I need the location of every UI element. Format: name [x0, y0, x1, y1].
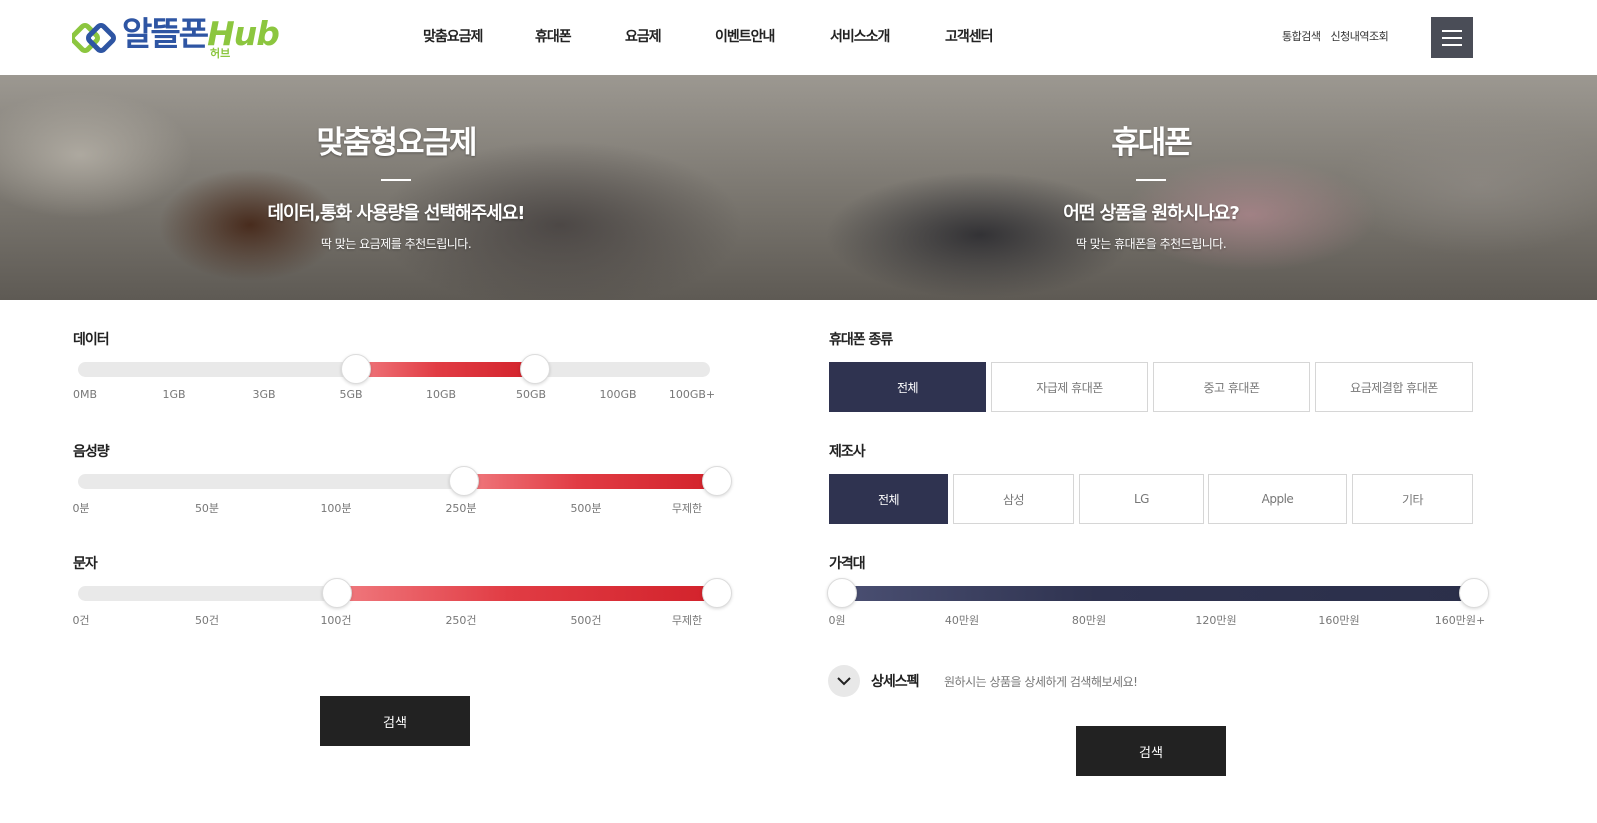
- voice-tick: 250분: [445, 502, 477, 515]
- data-tick: 50GB: [515, 388, 547, 401]
- phone-type-all[interactable]: 전체: [829, 362, 986, 412]
- voice-slider-max-handle[interactable]: [702, 466, 732, 496]
- sms-slider-range: [337, 586, 717, 601]
- data-tick: 5GB: [339, 388, 363, 401]
- hero-plan-subtitle: 데이터,통화 사용량을 선택해주세요!: [267, 203, 526, 224]
- phone-search-button[interactable]: 검색: [1076, 726, 1226, 776]
- sms-tick: 250건: [445, 614, 477, 627]
- hero-phone-desc: 딱 맞는 휴대폰을 추천드립니다.: [1075, 237, 1227, 251]
- utility-links: 통합검색 신청내역조회: [1282, 28, 1389, 44]
- voice-tick: 100분: [320, 502, 352, 515]
- data-label: 데이터: [73, 332, 110, 348]
- price-slider-min-handle[interactable]: [827, 578, 857, 608]
- maker-lg[interactable]: LG: [1079, 474, 1204, 524]
- sms-tick: 무제한: [671, 614, 703, 627]
- voice-slider-min-handle[interactable]: [449, 466, 479, 496]
- menu-bar: [1442, 29, 1462, 32]
- maker-label: 제조사: [829, 444, 866, 460]
- data-tick: 10GB: [425, 388, 457, 401]
- sms-label: 문자: [73, 556, 98, 572]
- data-slider-range: [356, 362, 536, 377]
- price-slider-max-handle[interactable]: [1459, 578, 1489, 608]
- chevron-down-icon: [837, 676, 851, 685]
- nav-item-services[interactable]: 서비스소개: [830, 26, 945, 46]
- phone-type-unlocked[interactable]: 자급제 휴대폰: [991, 362, 1148, 412]
- nav-item-custom-plan[interactable]: 맞춤요금제: [423, 26, 535, 46]
- price-tick: 40만원: [944, 614, 980, 627]
- sms-tick: 50건: [194, 614, 220, 627]
- hero-phone-title: 휴대폰: [1111, 125, 1193, 161]
- maker-samsung[interactable]: 삼성: [953, 474, 1074, 524]
- price-slider-range: [842, 586, 1474, 601]
- logo-mark-icon: [72, 23, 116, 53]
- sms-tick: 0건: [72, 614, 90, 627]
- detail-spec-toggle[interactable]: [828, 665, 860, 697]
- nav-item-events[interactable]: 이벤트안내: [715, 26, 830, 46]
- application-history-link[interactable]: 신청내역조회: [1330, 28, 1388, 44]
- voice-tick: 0분: [72, 502, 90, 515]
- data-tick: 1GB: [162, 388, 186, 401]
- phone-type-bundled[interactable]: 요금제결합 휴대폰: [1315, 362, 1473, 412]
- sms-slider-min-handle[interactable]: [322, 578, 352, 608]
- price-tick: 160만원+: [1434, 614, 1486, 627]
- detail-spec-desc: 원하시는 상품을 상세하게 검색해보세요!: [944, 675, 1138, 689]
- hamburger-menu-icon[interactable]: [1431, 17, 1473, 58]
- menu-bar: [1442, 43, 1462, 46]
- logo-subtext: 허브: [210, 47, 231, 60]
- logo-text: 알뜰폰: [122, 14, 209, 53]
- price-tick: 80만원: [1071, 614, 1107, 627]
- hero-banner: 맞춤형요금제 데이터,통화 사용량을 선택해주세요! 딱 맞는 요금제를 추천드…: [0, 75, 1597, 300]
- sms-tick: 100건: [320, 614, 352, 627]
- hero-plan-desc: 딱 맞는 요금제를 추천드립니다.: [320, 237, 472, 251]
- price-tick: 160만원: [1318, 614, 1360, 627]
- sms-slider-max-handle[interactable]: [702, 578, 732, 608]
- nav-item-support[interactable]: 고객센터: [945, 26, 994, 46]
- integrated-search-link[interactable]: 통합검색: [1282, 28, 1321, 44]
- price-tick: 120만원: [1195, 614, 1237, 627]
- data-tick: 0MB: [72, 388, 98, 401]
- data-tick: 3GB: [252, 388, 276, 401]
- plan-search-button[interactable]: 검색: [320, 696, 470, 746]
- voice-slider-range: [464, 474, 717, 489]
- data-slider-max-handle[interactable]: [520, 354, 550, 384]
- menu-bar: [1442, 36, 1462, 39]
- voice-tick: 50분: [194, 502, 220, 515]
- data-tick: 100GB+: [668, 388, 716, 401]
- main-nav: 맞춤요금제 휴대폰 요금제 이벤트안내 서비스소개 고객센터: [423, 26, 994, 46]
- price-label: 가격대: [829, 556, 866, 572]
- price-tick: 0원: [828, 614, 846, 627]
- site-logo[interactable]: 알뜰폰 Hub 허브: [72, 14, 280, 60]
- site-header: 알뜰폰 Hub 허브 맞춤요금제 휴대폰 요금제 이벤트안내 서비스소개 고객센…: [0, 0, 1597, 75]
- detail-spec-title[interactable]: 상세스펙: [871, 671, 920, 691]
- voice-tick: 무제한: [671, 502, 703, 515]
- voice-label: 음성량: [73, 444, 110, 460]
- hero-divider: [1136, 179, 1166, 181]
- maker-etc[interactable]: 기타: [1352, 474, 1473, 524]
- phone-type-used[interactable]: 중고 휴대폰: [1153, 362, 1310, 412]
- data-tick: 100GB: [599, 388, 637, 401]
- sms-tick: 500건: [570, 614, 602, 627]
- nav-item-phones[interactable]: 휴대폰: [535, 26, 625, 46]
- hero-divider: [381, 179, 411, 181]
- nav-item-plans[interactable]: 요금제: [625, 26, 715, 46]
- voice-tick: 500분: [570, 502, 602, 515]
- hero-plan-title: 맞춤형요금제: [316, 125, 477, 161]
- data-slider-min-handle[interactable]: [341, 354, 371, 384]
- hero-phone-subtitle: 어떤 상품을 원하시나요?: [1063, 203, 1240, 224]
- maker-all[interactable]: 전체: [829, 474, 948, 524]
- phone-type-label: 휴대폰 종류: [829, 332, 893, 348]
- maker-apple[interactable]: Apple: [1208, 474, 1347, 524]
